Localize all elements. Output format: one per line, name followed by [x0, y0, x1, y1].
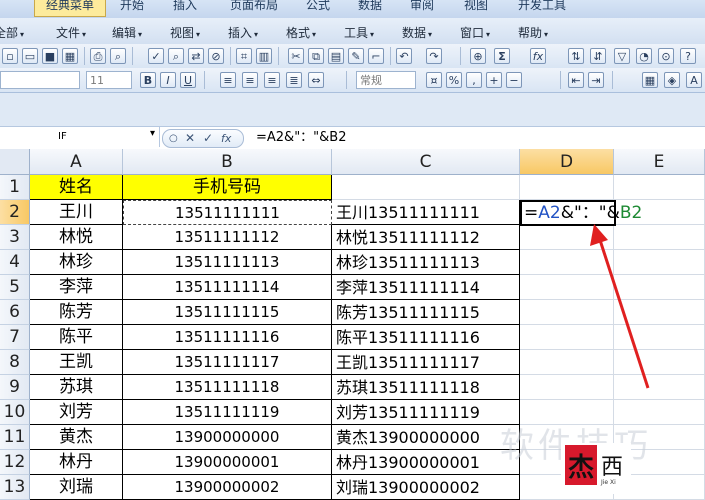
logo-main-char: 杰 [567, 453, 594, 483]
arrow-shaft [598, 239, 650, 389]
logo: 杰 西 Jie Xi [561, 443, 631, 494]
arrow-head [590, 224, 608, 246]
logo-sub-text: Jie Xi [601, 479, 616, 486]
logo-red-box: 杰 [565, 445, 597, 485]
logo-side-char: 西 [601, 455, 624, 480]
